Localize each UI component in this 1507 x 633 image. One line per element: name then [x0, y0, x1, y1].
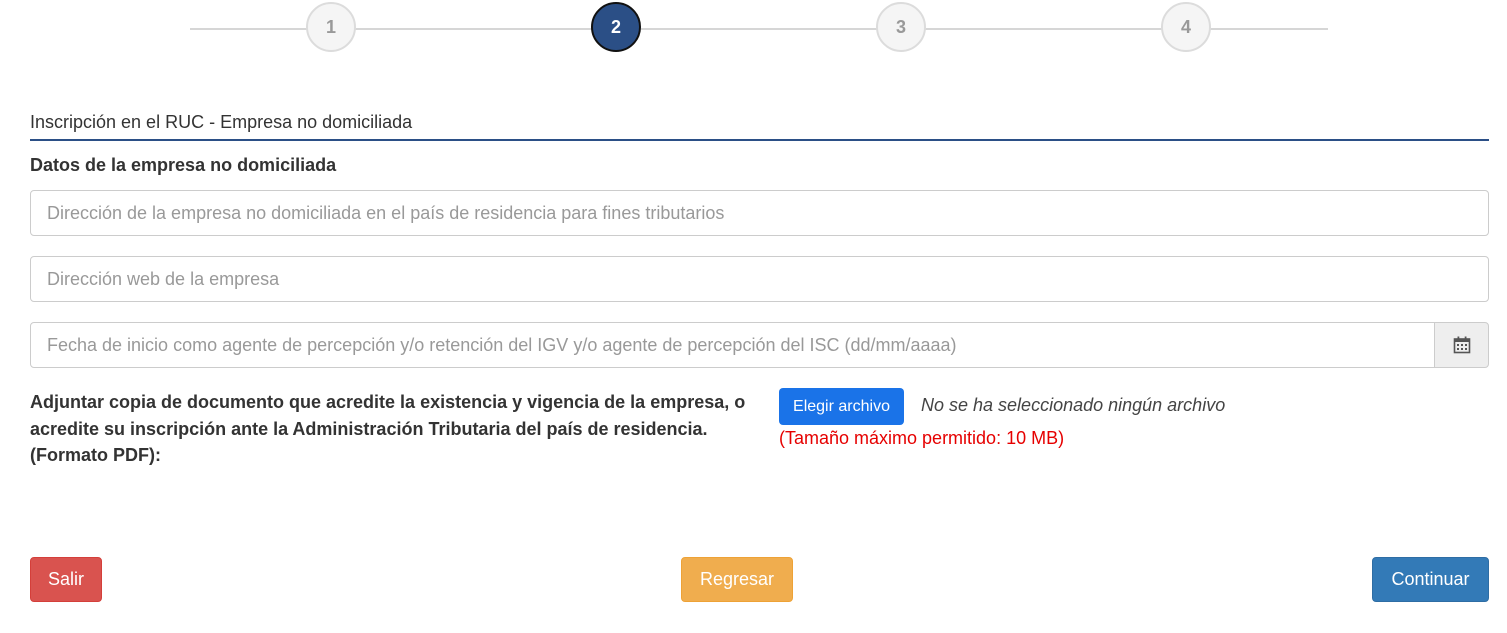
- website-input[interactable]: [30, 256, 1489, 302]
- step-3: 3: [876, 2, 926, 52]
- step-1: 1: [306, 2, 356, 52]
- file-status-text: No se ha seleccionado ningún archivo: [921, 395, 1226, 415]
- continue-button[interactable]: Continuar: [1372, 557, 1489, 602]
- section-title: Inscripción en el RUC - Empresa no domic…: [30, 112, 1489, 141]
- calendar-button[interactable]: [1434, 322, 1489, 368]
- calendar-icon: [1453, 336, 1470, 354]
- form-subtitle: Datos de la empresa no domiciliada: [30, 155, 337, 175]
- choose-file-button[interactable]: Elegir archivo: [779, 388, 904, 425]
- attachment-label: Adjuntar copia de documento que acredite…: [30, 392, 746, 465]
- file-size-limit-note: (Tamaño máximo permitido: 10 MB): [779, 428, 1065, 448]
- exit-button[interactable]: Salir: [30, 557, 102, 602]
- start-date-input[interactable]: [30, 322, 1435, 368]
- step-4: 4: [1161, 2, 1211, 52]
- stepper-line: [190, 28, 1328, 30]
- start-date-group: [30, 322, 1489, 368]
- step-2-active: 2: [591, 2, 641, 52]
- address-input[interactable]: [30, 190, 1489, 236]
- progress-stepper: 1 2 3 4: [0, 0, 1507, 60]
- back-button[interactable]: Regresar: [681, 557, 793, 602]
